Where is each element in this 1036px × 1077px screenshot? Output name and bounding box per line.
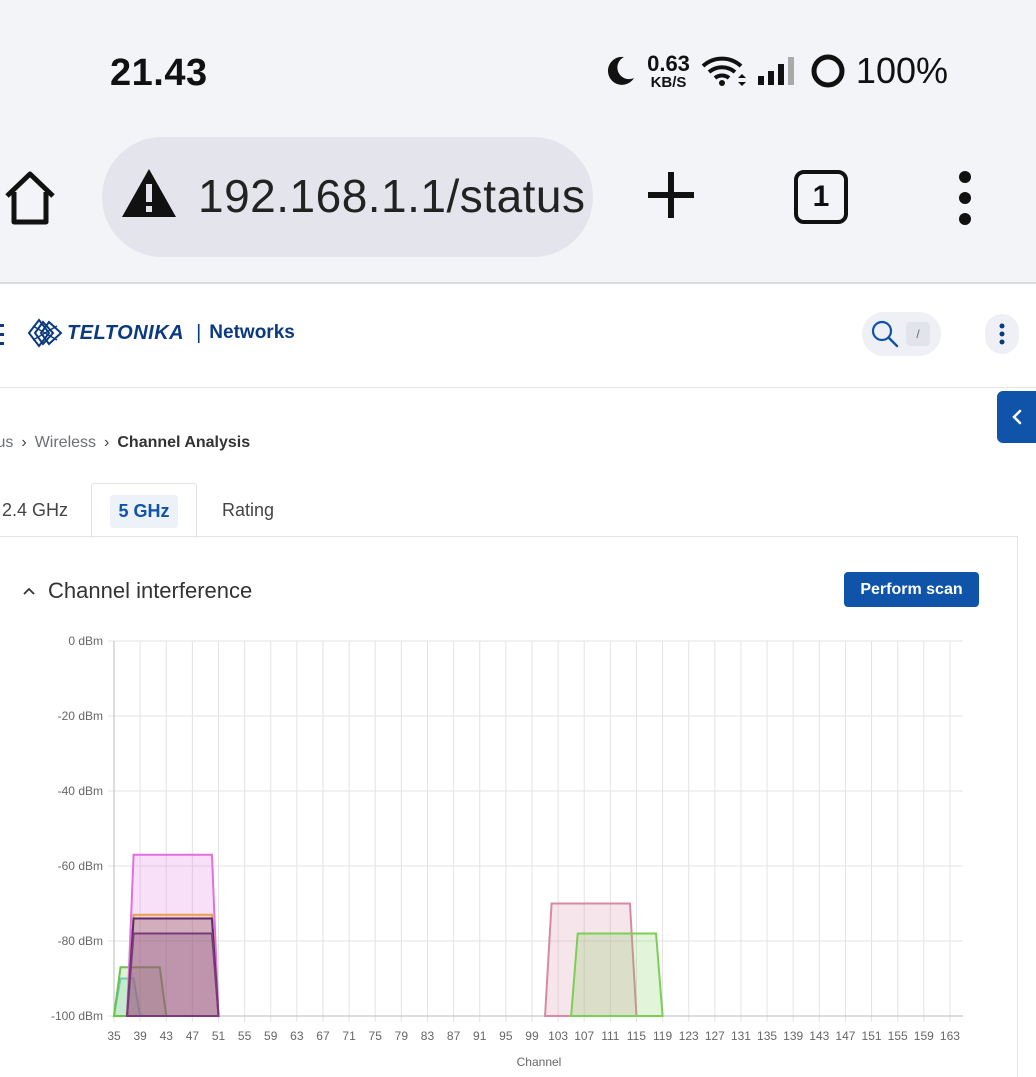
side-panel-toggle[interactable] xyxy=(997,391,1036,443)
teltonika-logo[interactable]: TELTONIKA | Networks xyxy=(27,318,295,348)
tab-5ghz[interactable]: 5 GHz xyxy=(91,483,197,538)
x-tick-label: 55 xyxy=(238,1029,252,1043)
x-tick-label: 131 xyxy=(731,1029,751,1043)
y-tick-label: -40 dBm xyxy=(58,784,103,798)
app-header: TELTONIKA | Networks / xyxy=(0,284,1036,388)
url-text[interactable]: 192.168.1.1/status xyxy=(198,169,586,223)
brand-product: Networks xyxy=(209,322,295,343)
wifi-icon xyxy=(701,56,746,86)
home-icon[interactable] xyxy=(2,168,58,228)
browser-toolbar: 192.168.1.1/status 1 xyxy=(0,137,1036,284)
x-tick-label: 91 xyxy=(473,1029,487,1043)
y-tick-label: -20 dBm xyxy=(58,709,103,723)
section-header[interactable]: Channel interference xyxy=(22,578,252,604)
signal-icon xyxy=(757,57,794,85)
x-tick-label: 47 xyxy=(186,1029,200,1043)
x-tick-label: 35 xyxy=(107,1029,121,1043)
x-tick-label: 103 xyxy=(548,1029,568,1043)
data-rate: 0.63 KB/S xyxy=(647,50,690,91)
brand-name: TELTONIKA xyxy=(67,321,185,344)
x-tick-label: 115 xyxy=(627,1029,646,1043)
search-shortcut-key: / xyxy=(906,322,930,346)
data-rate-unit: KB/S xyxy=(650,73,687,91)
more-vertical-icon xyxy=(999,323,1005,345)
status-icons: 0.63 KB/S 100% xyxy=(603,50,948,92)
y-tick-label: 0 dBm xyxy=(68,634,103,648)
plus-icon[interactable] xyxy=(644,168,698,222)
y-tick-label: -60 dBm xyxy=(58,859,103,873)
x-tick-label: 51 xyxy=(212,1029,226,1043)
y-tick-label: -80 dBm xyxy=(58,934,103,948)
header-more-button[interactable] xyxy=(985,314,1019,354)
breadcrumb-current: Channel Analysis xyxy=(117,434,251,451)
x-tick-label: 163 xyxy=(940,1029,960,1043)
x-tick-label: 123 xyxy=(679,1029,699,1043)
band-tabs: 2.4 GHz 5 GHz Rating xyxy=(0,483,1036,538)
moon-icon xyxy=(608,56,635,85)
y-axis-labels: 0 dBm -20 dBm -40 dBm -60 dBm -80 dBm -100 dB… xyxy=(51,634,103,1023)
x-tick-label: 147 xyxy=(835,1029,855,1043)
tab-2-4ghz[interactable]: 2.4 GHz xyxy=(2,483,68,537)
x-tick-label: 139 xyxy=(783,1029,803,1043)
x-tick-label: 63 xyxy=(290,1029,304,1043)
x-axis-labels: 35 39 43 47 51 55 59 63 67 71 75 79 83 87 91 95 99 103 107… xyxy=(107,1029,960,1043)
chart-grid xyxy=(108,640,963,1022)
status-bar: 21.43 0.63 KB/S 100% xyxy=(0,0,1036,140)
battery-ring-icon xyxy=(811,54,845,88)
x-tick-label: 155 xyxy=(888,1029,908,1043)
x-tick-label: 43 xyxy=(160,1029,174,1043)
x-tick-label: 111 xyxy=(601,1029,620,1043)
chevron-up-icon[interactable] xyxy=(22,586,36,596)
y-tick-label: -100 dBm xyxy=(51,1009,103,1023)
brand-separator: | xyxy=(196,321,202,344)
breadcrumb-status[interactable]: Status xyxy=(0,434,13,452)
channel-interference-chart: 0 dBm -20 dBm -40 dBm -60 dBm -80 dBm -100 dB… xyxy=(51,634,963,1069)
channel-area xyxy=(125,932,220,1017)
x-axis-title: Channel xyxy=(517,1055,562,1069)
chevron-right-icon: › xyxy=(21,434,27,451)
warning-icon[interactable] xyxy=(120,167,178,219)
x-tick-label: 39 xyxy=(133,1029,147,1043)
section-title: Channel interference xyxy=(48,578,253,603)
status-clock: 21.43 xyxy=(110,52,208,94)
x-tick-label: 87 xyxy=(447,1029,461,1043)
tab-rating[interactable]: Rating xyxy=(222,483,274,537)
x-tick-label: 151 xyxy=(862,1029,882,1043)
channel-area xyxy=(570,932,664,1017)
x-tick-label: 59 xyxy=(264,1029,278,1043)
tabs-button[interactable]: 1 xyxy=(794,170,848,224)
x-tick-label: 75 xyxy=(369,1029,383,1043)
chart-series xyxy=(112,853,664,1017)
data-rate-value: 0.63 xyxy=(647,50,690,76)
search-button[interactable]: / xyxy=(862,312,941,356)
chevron-right-icon: › xyxy=(104,434,110,451)
x-tick-label: 99 xyxy=(525,1029,539,1043)
tab-label: 2.4 GHz xyxy=(2,499,69,520)
breadcrumb-wireless[interactable]: Wireless xyxy=(35,434,96,452)
x-tick-label: 135 xyxy=(757,1029,777,1043)
teltonika-mark-icon xyxy=(27,318,63,348)
breadcrumb: Status › Wireless › Channel Analysis xyxy=(0,434,250,452)
x-tick-label: 67 xyxy=(316,1029,330,1043)
hamburger-menu-icon[interactable] xyxy=(0,322,4,348)
x-tick-label: 159 xyxy=(914,1029,934,1043)
search-icon xyxy=(871,320,899,348)
x-tick-label: 119 xyxy=(653,1029,672,1043)
x-tick-label: 79 xyxy=(395,1029,409,1043)
tab-label: 5 GHz xyxy=(110,494,178,528)
tab-count: 1 xyxy=(812,180,830,213)
x-tick-label: 83 xyxy=(421,1029,435,1043)
kebab-menu-icon[interactable] xyxy=(952,170,978,226)
x-tick-label: 107 xyxy=(574,1029,594,1043)
x-tick-label: 95 xyxy=(499,1029,513,1043)
x-tick-label: 71 xyxy=(342,1029,356,1043)
address-bar[interactable]: 192.168.1.1/status xyxy=(102,137,593,257)
tab-label: Rating xyxy=(222,499,275,520)
perform-scan-button[interactable]: Perform scan xyxy=(844,572,979,607)
battery-percent: 100% xyxy=(855,50,948,91)
x-tick-label: 143 xyxy=(809,1029,829,1043)
x-tick-label: 127 xyxy=(705,1029,725,1043)
chevron-left-icon xyxy=(1012,409,1022,425)
